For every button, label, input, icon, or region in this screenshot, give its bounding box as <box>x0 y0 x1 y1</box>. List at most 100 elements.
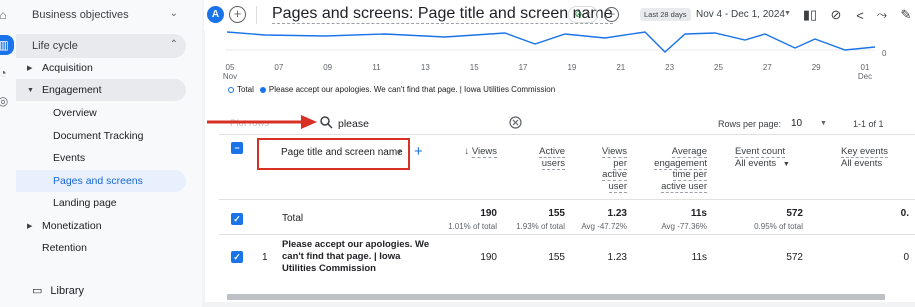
x-axis-tick-label: 27 <box>762 63 772 72</box>
customize-report-icon[interactable]: ▮▯ <box>802 7 818 23</box>
sort-arrow-icon: ↓ <box>464 146 470 157</box>
caret-right-icon: ▶ <box>27 65 33 72</box>
sidebar-item-document-tracking[interactable]: Document Tracking <box>16 125 186 147</box>
x-axis-tick-label: 05 Nov <box>222 63 238 81</box>
select-all-checkbox[interactable]: − <box>231 142 243 154</box>
column-header-label: engagement <box>654 157 707 170</box>
x-axis-tick-label: 17 <box>518 63 528 72</box>
search-input[interactable]: please <box>338 118 369 130</box>
caret-down-icon: ▼ <box>27 86 34 94</box>
search-icon <box>320 116 333 129</box>
column-header-active-users[interactable]: Active users <box>523 146 565 170</box>
column-header-label: Average <box>671 146 707 158</box>
x-axis-tick-label: 01 Dec <box>857 63 873 81</box>
column-header-key-events[interactable]: Key events <box>841 146 915 158</box>
series-line-page <box>226 31 876 53</box>
report-header: A + Pages and screens: Page title and sc… <box>204 0 915 30</box>
sidebar-item-acquisition[interactable]: ▶ Acquisition <box>16 57 186 79</box>
sidebar-item-label: Overview <box>53 107 97 119</box>
x-axis-tick-label: 25 <box>714 63 723 72</box>
column-header-label: users <box>541 157 565 170</box>
page-title: Pages and screens: Page title and screen… <box>272 5 613 24</box>
column-header-label: Views <box>471 146 497 158</box>
home-icon[interactable]: ⌂ <box>0 6 12 24</box>
pagination-range: 1-1 of 1 <box>853 119 884 129</box>
sidebar-item-label: Monetization <box>42 220 102 232</box>
column-header-label: active <box>602 169 627 181</box>
x-axis-tick-label: 11 <box>372 63 381 72</box>
sidebar-library[interactable]: ▭ Library <box>32 284 84 298</box>
total-views-per-user: 1.23 <box>607 208 627 219</box>
column-header-label: Key events <box>841 146 888 158</box>
divider <box>256 6 257 24</box>
divider <box>219 234 915 235</box>
key-event-filter-label[interactable]: All events <box>841 158 882 169</box>
sidebar-item-overview[interactable]: Overview <box>16 102 186 124</box>
row-avg-engagement: 11s <box>691 252 707 263</box>
row-active-users: 155 <box>548 252 565 263</box>
sidebar-item-pages-and-screens[interactable]: Pages and screens <box>16 170 186 192</box>
date-range-picker[interactable]: Nov 4 - Dec 1, 2024 <box>696 9 785 20</box>
legend-page-label: Please accept our apologies. We can't fi… <box>268 85 556 94</box>
annotation-arrow-icon <box>207 115 317 129</box>
chevron-down-icon[interactable]: ▼ <box>820 120 827 127</box>
caret-right-icon: ▶ <box>27 223 33 230</box>
total-key-events: 0. <box>900 208 909 219</box>
x-axis-tick-label: 23 <box>665 63 675 72</box>
rows-per-page-select[interactable]: 10 <box>791 118 802 129</box>
sidebar-item-label: Landing page <box>53 197 117 209</box>
sidebar-business-objectives[interactable]: Business objectives ⌄ <box>16 3 186 27</box>
column-header-label: per <box>613 157 627 170</box>
sidebar-section-label: Life cycle <box>32 40 78 52</box>
x-axis-tick-label: 15 <box>469 63 479 72</box>
sidebar-item-label: Acquisition <box>42 62 93 74</box>
sidebar-item-label: Retention <box>42 242 87 254</box>
x-axis-tick-label: 29 <box>811 63 821 72</box>
clear-search-icon[interactable] <box>509 116 522 129</box>
share-icon[interactable]: < <box>852 7 868 23</box>
row-page-title: Please accept our apologies. We can't fi… <box>282 239 430 274</box>
total-vpu-average: Avg -47.72% <box>581 222 627 231</box>
chevron-down-icon: ▼ <box>584 11 592 18</box>
status-check-chip[interactable]: ⊘ ▼ <box>568 6 598 23</box>
add-dimension-icon[interactable]: + <box>414 143 423 160</box>
trend-icon[interactable]: ⤳ <box>874 7 890 23</box>
column-header-views[interactable]: ↓ Views <box>457 146 497 158</box>
chevron-down-icon[interactable]: ▼ <box>784 10 791 17</box>
legend-page-marker <box>259 86 266 93</box>
sidebar-item-retention[interactable]: Retention <box>16 237 186 259</box>
column-header-label: Views <box>601 146 627 158</box>
dimension-selector[interactable]: Page title and screen name <box>281 147 403 158</box>
explore-icon[interactable]: ◔ <box>0 64 12 82</box>
reports-icon[interactable]: ▥ <box>0 35 14 55</box>
date-preset-badge: Last 28 days <box>640 8 691 21</box>
row-checkbox[interactable]: ✓ <box>231 251 243 263</box>
sidebar-life-cycle[interactable]: Life cycle ⌃ <box>16 34 186 58</box>
add-icon[interactable]: + <box>604 7 619 22</box>
sidebar-item-landing-page[interactable]: Landing page <box>16 192 186 214</box>
total-event-count: 572 <box>786 208 803 219</box>
total-row-checkbox[interactable]: ✓ <box>231 213 243 225</box>
comparison-avatar[interactable]: A <box>207 6 224 23</box>
chevron-down-icon[interactable]: ▼ <box>396 149 403 156</box>
sidebar-item-events[interactable]: Events <box>16 147 186 169</box>
sidebar-item-monetization[interactable]: ▶ Monetization <box>16 215 186 237</box>
total-row-label: Total <box>282 213 304 224</box>
sidebar: Business objectives ⌄ Life cycle ⌃ ▶ Acq… <box>16 0 202 307</box>
sidebar-item-engagement[interactable]: ▼ Engagement <box>16 79 186 101</box>
column-header-event-count[interactable]: Event count <box>735 146 805 158</box>
column-header-label: Event count <box>735 146 786 158</box>
column-header-avg-engagement[interactable]: Average engagement time per active user <box>635 146 707 193</box>
rows-per-page-label: Rows per page: <box>718 119 782 129</box>
divider <box>219 199 915 200</box>
nav-rail: ⌂ ▥ ◔ ◎ <box>0 0 16 307</box>
column-header-views-per-user[interactable]: Views per active user <box>585 146 627 193</box>
edit-icon[interactable]: ✎ <box>898 7 914 23</box>
add-comparison-icon[interactable]: + <box>229 6 246 23</box>
event-filter-selector[interactable]: All events ▼ <box>735 158 790 169</box>
horizontal-scrollbar[interactable] <box>227 294 885 300</box>
chevron-down-icon: ▼ <box>782 161 790 168</box>
sidebar-item-label: Engagement <box>42 84 102 96</box>
advertising-icon[interactable]: ◎ <box>0 92 12 110</box>
insights-icon[interactable]: ⊘ <box>828 7 844 23</box>
